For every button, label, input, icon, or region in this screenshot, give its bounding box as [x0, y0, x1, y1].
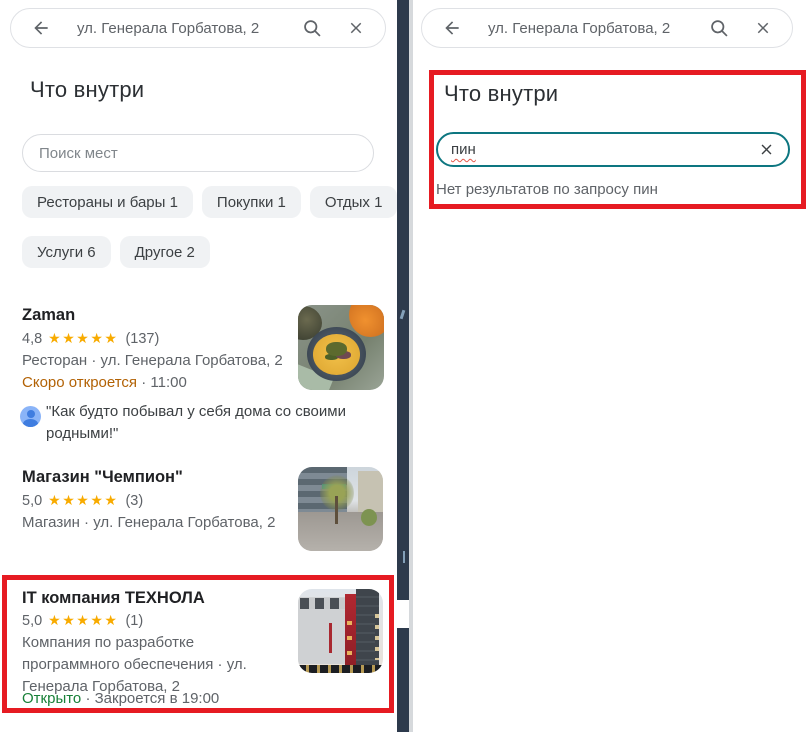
search-query-text: ул. Генерала Горбатова, 2: [488, 20, 709, 37]
review-count: (1): [125, 613, 143, 629]
no-results-message: Нет результатов по запросу пин: [436, 181, 658, 198]
opening-status: Скоро откроется: [22, 374, 137, 391]
page-title: Что внутри: [30, 77, 144, 103]
review-count: (137): [125, 331, 159, 347]
rating-value: 5,0: [22, 493, 42, 509]
chip-restaurants[interactable]: Рестораны и бары 1: [22, 186, 193, 218]
rating-row: 5,0 ★★★★★ (3): [22, 492, 143, 509]
chip-services[interactable]: Услуги 6: [22, 236, 111, 268]
place-name[interactable]: IT компания ТЕХНОЛА: [22, 589, 205, 608]
chip-other[interactable]: Другое 2: [120, 236, 210, 268]
close-icon[interactable]: [347, 19, 365, 37]
page-title: Что внутри: [444, 81, 558, 107]
red-line-shape: [329, 623, 332, 653]
hours-row: Открыто · Закроется в 19:00: [22, 690, 219, 707]
rating-value: 4,8: [22, 331, 42, 347]
category-chip-row-1: Рестораны и бары 1 Покупки 1 Отдых 1: [22, 186, 397, 218]
category-address: Ресторан · ул. Генерала Горбатова, 2: [22, 352, 283, 369]
category-line2: программного обеспечения · ул.: [22, 654, 247, 676]
base-shape: [298, 665, 383, 673]
map-control-fragment: [397, 600, 409, 628]
tree-trunk-shape: [335, 496, 338, 524]
bush-shape: [361, 509, 377, 526]
building-render-photo[interactable]: [298, 589, 383, 673]
search-bar[interactable]: ул. Генерала Горбатова, 2: [10, 8, 386, 48]
review-count: (3): [125, 493, 143, 509]
red-panel-windows: [347, 610, 352, 656]
opening-detail: · Закроется в 19:00: [81, 690, 219, 707]
street-view-photo[interactable]: [298, 467, 383, 551]
search-bar[interactable]: ул. Генерала Горбатова, 2: [421, 8, 793, 48]
close-icon[interactable]: [754, 19, 772, 37]
category-chip-row-2: Услуги 6 Другое 2: [22, 236, 210, 268]
star-icons: ★★★★★: [48, 330, 118, 347]
opening-detail: · 11:00: [137, 374, 187, 391]
star-icons: ★★★★★: [48, 612, 118, 629]
category-address: Магазин · ул. Генерала Горбатова, 2: [22, 514, 275, 531]
tower-lit-windows: [375, 614, 379, 660]
rating-row: 4,8 ★★★★★ (137): [22, 330, 159, 347]
reviewer-avatar-icon: [20, 406, 41, 427]
category-line1: Компания по разработке: [22, 632, 247, 654]
window-band-shape: [300, 598, 346, 609]
review-quote-line2: родными!": [46, 425, 118, 442]
place-name[interactable]: Магазин "Чемпион": [22, 468, 183, 487]
place-filter-input[interactable]: пин: [436, 132, 790, 167]
map-label-fragment: [403, 551, 405, 563]
left-panel: ул. Генерала Горбатова, 2 Что внутри Рес…: [0, 0, 397, 732]
star-icons: ★★★★★: [48, 492, 118, 509]
garnish-shape: [326, 342, 348, 356]
back-arrow-icon[interactable]: [31, 18, 51, 38]
search-query-text: ул. Генерала Горбатова, 2: [77, 20, 302, 37]
pumpkin-soup-photo[interactable]: [298, 305, 384, 390]
clear-input-icon[interactable]: [758, 141, 775, 158]
rating-value: 5,0: [22, 613, 42, 629]
back-arrow-icon[interactable]: [442, 18, 462, 38]
place-search-input[interactable]: [22, 134, 374, 172]
opening-status: Открыто: [22, 690, 81, 707]
building-right-shape: [358, 471, 383, 513]
hours-row: Скоро откроется · 11:00: [22, 374, 187, 391]
category-address: Компания по разработке программного обес…: [22, 632, 247, 698]
chip-leisure[interactable]: Отдых 1: [310, 186, 398, 218]
review-quote-line1: "Как будто побывал у себя дома со своими: [46, 403, 346, 420]
filter-input-value: пин: [451, 141, 476, 158]
chip-shopping[interactable]: Покупки 1: [202, 186, 301, 218]
rating-row: 5,0 ★★★★★ (1): [22, 612, 143, 629]
place-name[interactable]: Zaman: [22, 306, 75, 325]
search-icon[interactable]: [709, 18, 730, 39]
search-icon[interactable]: [302, 18, 323, 39]
right-panel: ул. Генерала Горбатова, 2 Что внутри: [413, 0, 808, 732]
